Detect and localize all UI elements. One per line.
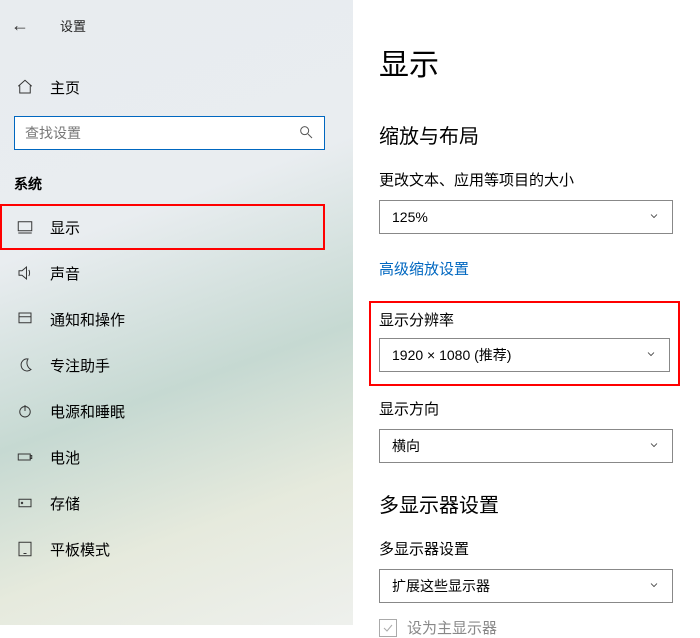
scale-value: 125% xyxy=(392,209,428,225)
sidebar-item-sound[interactable]: 声音 xyxy=(0,250,325,296)
sidebar-item-label: 专注助手 xyxy=(50,355,110,376)
page-title: 显示 xyxy=(379,40,674,84)
monitor-icon xyxy=(14,218,36,236)
sidebar-item-label: 存储 xyxy=(50,493,80,514)
sidebar: ← 设置 主页 系统 显示 声音 通知和操作 xyxy=(0,0,353,625)
sidebar-item-label: 显示 xyxy=(50,217,80,238)
resolution-dropdown[interactable]: 1920 × 1080 (推荐) xyxy=(379,338,670,372)
home-icon xyxy=(14,78,36,96)
sidebar-item-label: 电池 xyxy=(50,447,80,468)
resolution-label: 显示分辨率 xyxy=(379,309,670,330)
storage-icon xyxy=(14,494,36,512)
sidebar-item-tablet[interactable]: 平板模式 xyxy=(0,526,325,572)
resolution-group: 显示分辨率 1920 × 1080 (推荐) xyxy=(371,303,678,384)
sidebar-item-label: 电源和睡眠 xyxy=(50,401,125,422)
multi-value: 扩展这些显示器 xyxy=(392,576,490,596)
sidebar-item-focus[interactable]: 专注助手 xyxy=(0,342,325,388)
sidebar-item-label: 平板模式 xyxy=(50,539,110,560)
chevron-down-icon xyxy=(645,347,657,363)
multi-field: 多显示器设置 扩展这些显示器 xyxy=(379,538,674,603)
main-panel: 显示 缩放与布局 更改文本、应用等项目的大小 125% 高级缩放设置 显示分辨率… xyxy=(353,0,700,625)
scale-field: 更改文本、应用等项目的大小 125% xyxy=(379,169,674,234)
window-title: 设置 xyxy=(60,16,86,35)
moon-icon xyxy=(14,356,36,374)
section-multi-monitor: 多显示器设置 xyxy=(379,489,674,518)
section-header: 系统 xyxy=(14,174,353,194)
tablet-icon xyxy=(14,540,36,558)
checkbox-icon xyxy=(379,619,397,637)
search-icon xyxy=(298,124,314,143)
sidebar-item-label: 通知和操作 xyxy=(50,309,125,330)
orientation-dropdown[interactable]: 横向 xyxy=(379,429,673,463)
multi-dropdown[interactable]: 扩展这些显示器 xyxy=(379,569,673,603)
chevron-down-icon xyxy=(648,578,660,594)
search-container xyxy=(14,116,325,150)
primary-display-checkbox-row[interactable]: 设为主显示器 xyxy=(379,617,674,638)
orientation-field: 显示方向 横向 xyxy=(379,398,674,463)
sidebar-item-power[interactable]: 电源和睡眠 xyxy=(0,388,325,434)
power-icon xyxy=(14,402,36,420)
advanced-scale-link[interactable]: 高级缩放设置 xyxy=(379,258,469,279)
section-scale-layout: 缩放与布局 xyxy=(379,120,674,149)
multi-field-label: 多显示器设置 xyxy=(379,538,674,559)
home-nav[interactable]: 主页 xyxy=(0,66,353,108)
sidebar-item-notifications[interactable]: 通知和操作 xyxy=(0,296,325,342)
back-button[interactable]: ← xyxy=(6,15,34,36)
sidebar-item-battery[interactable]: 电池 xyxy=(0,434,325,480)
chevron-down-icon xyxy=(648,209,660,225)
scale-dropdown[interactable]: 125% xyxy=(379,200,673,234)
orientation-value: 横向 xyxy=(392,436,420,456)
orientation-label: 显示方向 xyxy=(379,398,674,419)
chevron-down-icon xyxy=(648,438,660,454)
battery-icon xyxy=(14,448,36,466)
title-bar: ← 设置 xyxy=(0,6,353,44)
scale-field-label: 更改文本、应用等项目的大小 xyxy=(379,169,674,190)
search-box[interactable] xyxy=(14,116,325,150)
notification-icon xyxy=(14,310,36,328)
sidebar-item-storage[interactable]: 存储 xyxy=(0,480,325,526)
sidebar-item-display[interactable]: 显示 xyxy=(0,204,325,250)
speaker-icon xyxy=(14,264,36,282)
sidebar-item-label: 声音 xyxy=(50,263,80,284)
back-arrow-icon: ← xyxy=(11,15,29,35)
home-label: 主页 xyxy=(50,77,80,98)
primary-display-label: 设为主显示器 xyxy=(407,617,497,638)
search-input[interactable] xyxy=(25,125,298,141)
resolution-value: 1920 × 1080 (推荐) xyxy=(392,345,511,365)
